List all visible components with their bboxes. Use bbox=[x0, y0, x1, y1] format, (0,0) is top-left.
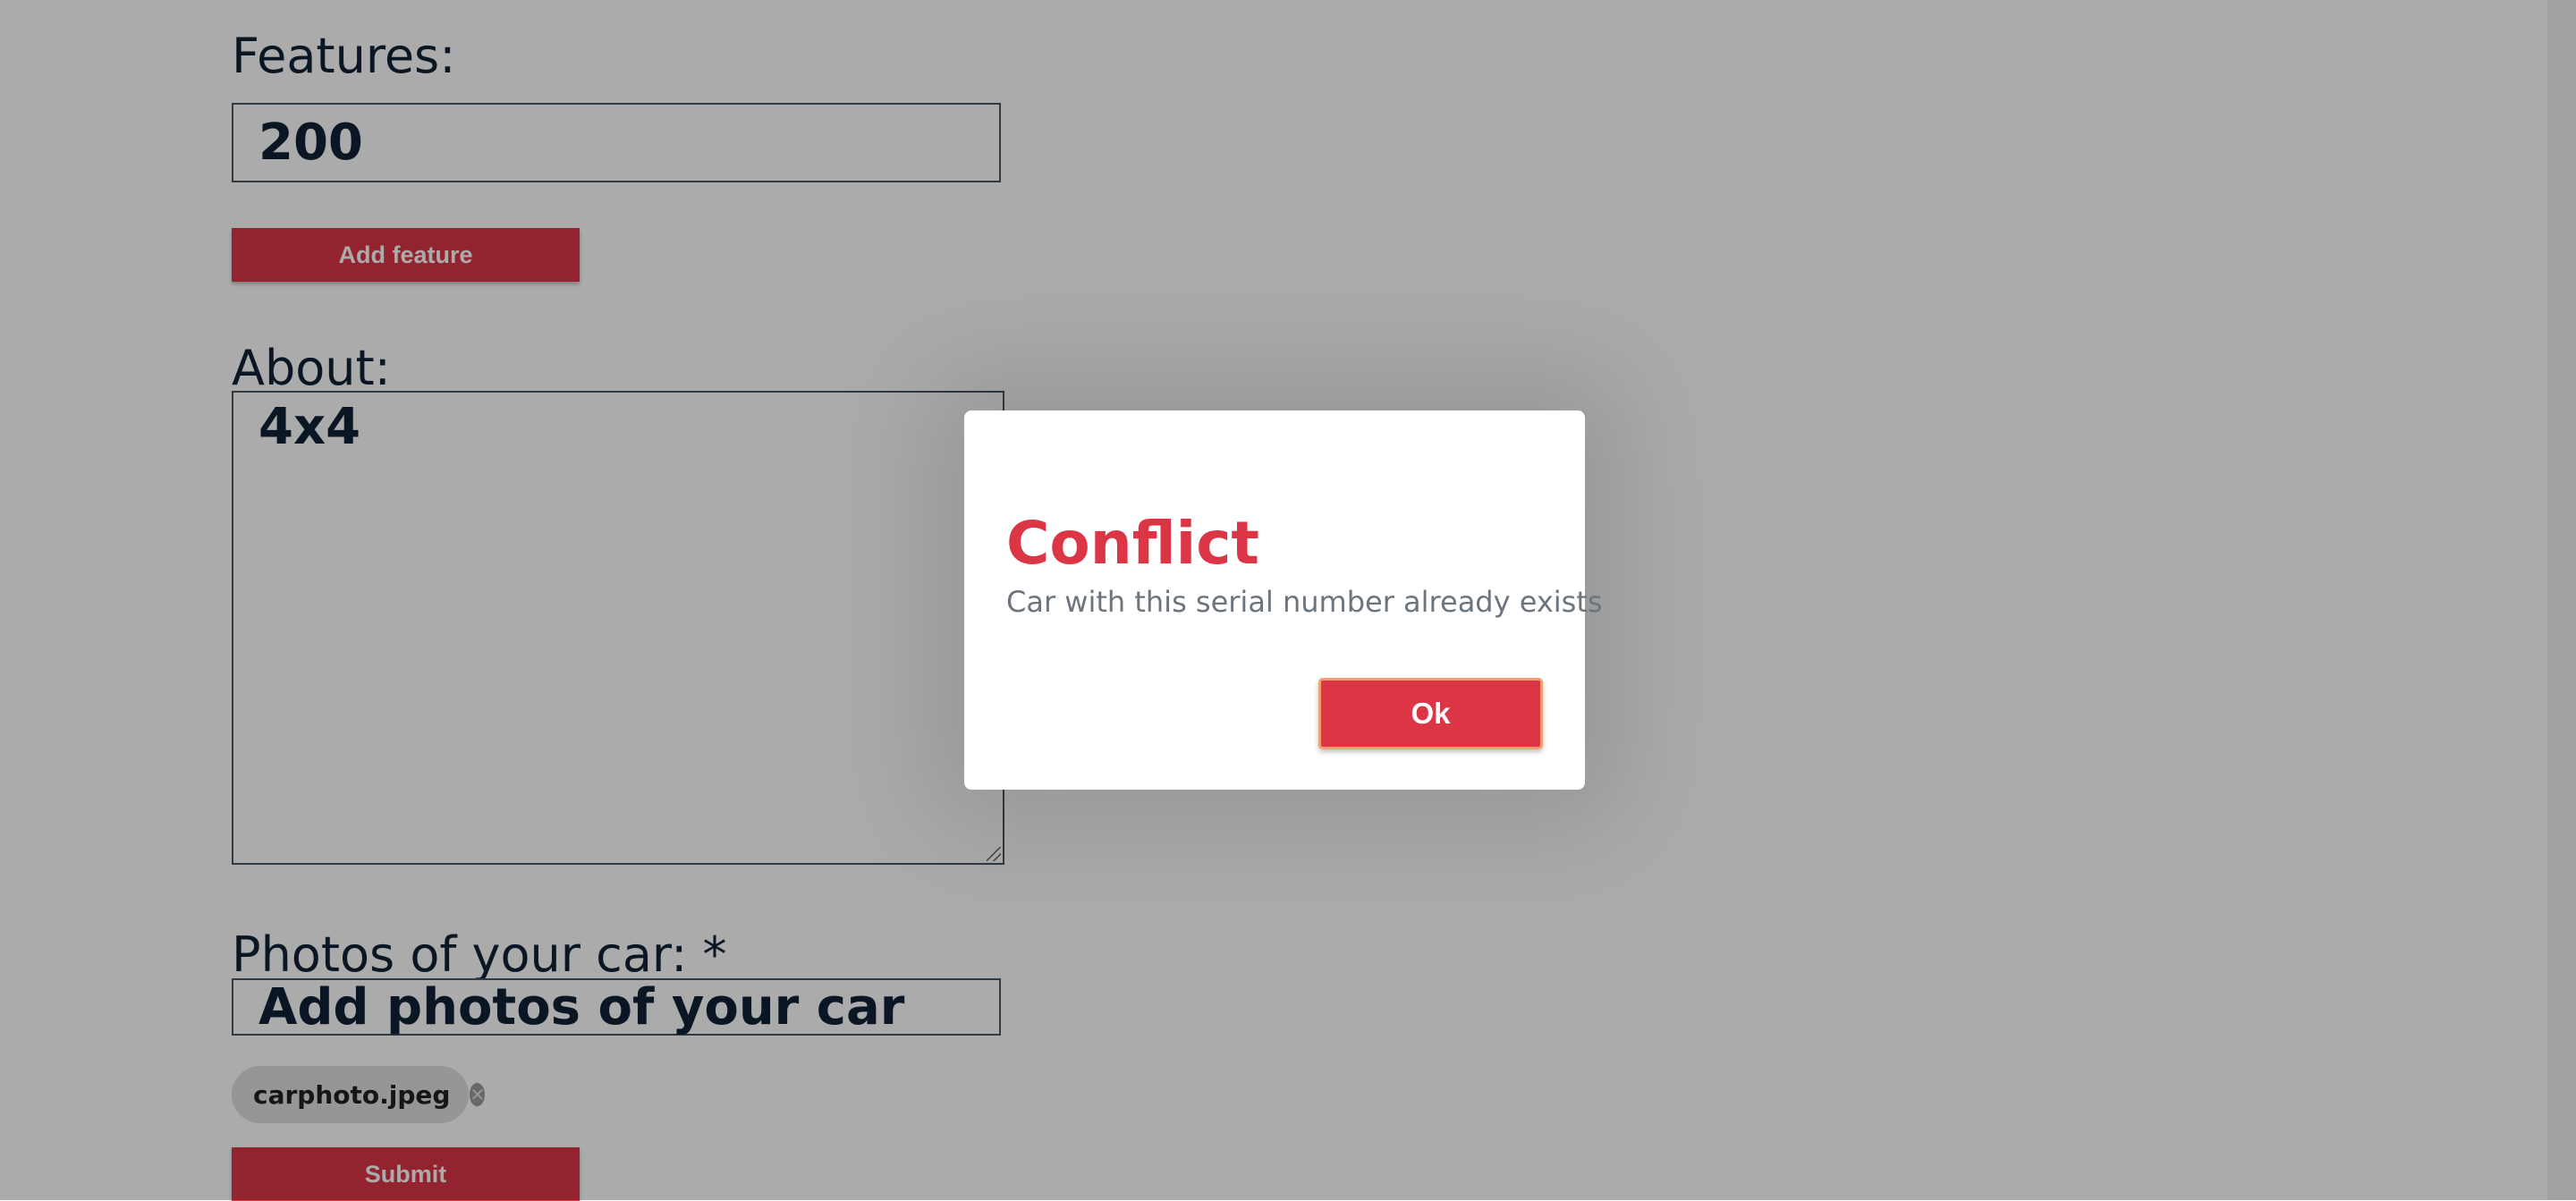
conflict-dialog: Conflict Car with this serial number alr… bbox=[964, 410, 1603, 790]
dialog-message: Car with this serial number already exis… bbox=[1006, 585, 1603, 619]
ok-button[interactable]: Ok bbox=[1318, 678, 1543, 749]
page: Features: 200 Add feature About: 4x4 Pho… bbox=[0, 0, 2576, 1201]
dialog-title: Conflict bbox=[1006, 509, 1259, 578]
